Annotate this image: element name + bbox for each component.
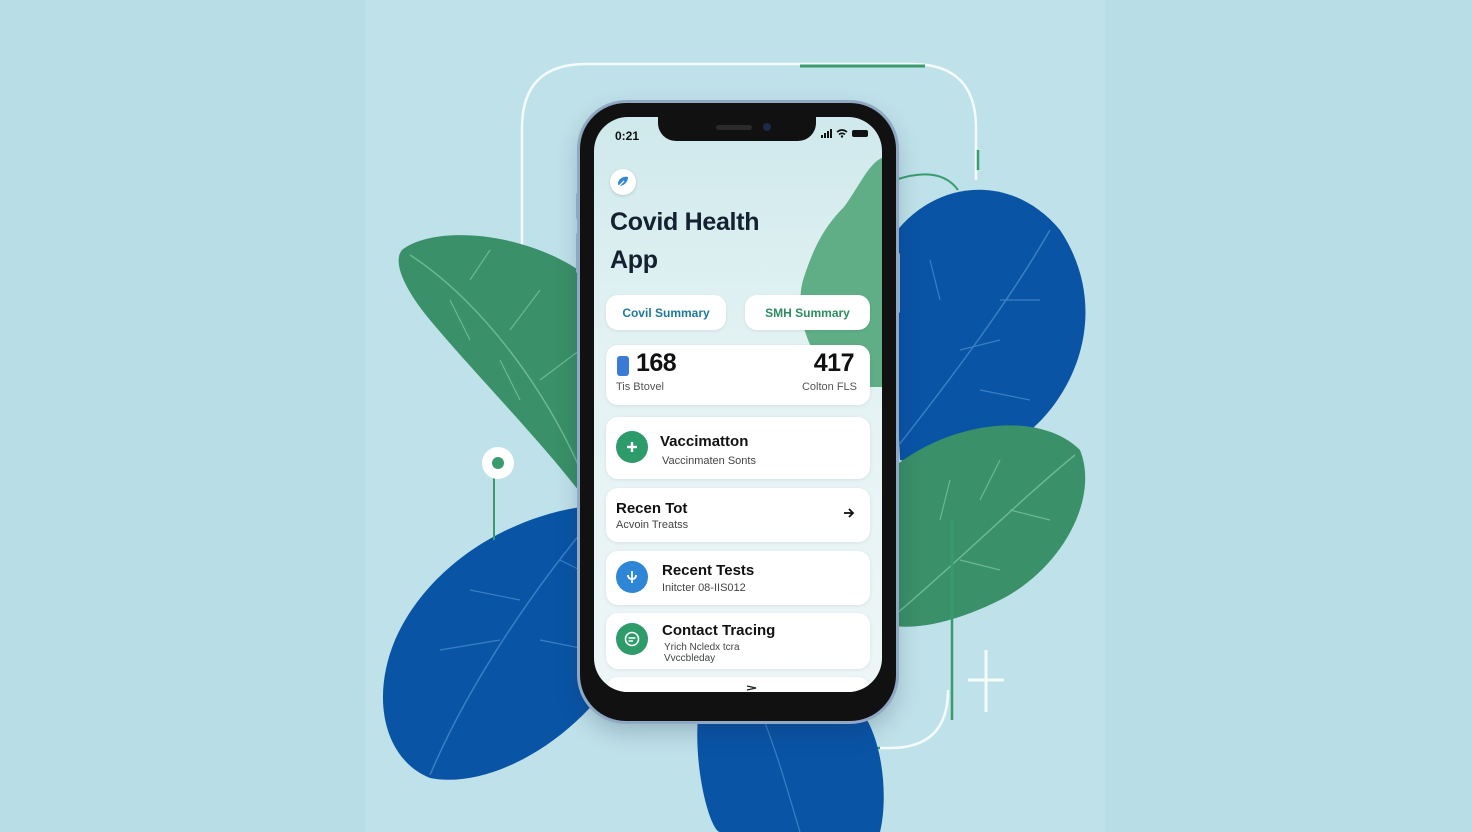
recent-tests-card[interactable]: Recent Tests Initcter 08-IIS012 [606, 551, 870, 605]
tracing-icon [616, 623, 648, 655]
contact-tracing-subtitle-line2: Vvccbleday [664, 653, 716, 664]
app-title: Covid Health App [610, 203, 800, 279]
stat-left-value: 168 [636, 349, 677, 377]
contact-tracing-subtitle-line1: Yrich Ncledx tcra [664, 642, 740, 653]
chevron-right-icon [746, 685, 757, 691]
phone-power-button [897, 253, 900, 313]
app-title-line2: App [610, 246, 658, 274]
covil-summary-tab[interactable]: Covil Summary [606, 295, 726, 330]
phone-notch [658, 117, 816, 141]
recent-tests-title: Recent Tests [662, 562, 755, 579]
speaker-grille [716, 125, 752, 130]
phone-side-button [576, 193, 579, 219]
vaccination-card[interactable]: Vaccimatton Vaccinmaten Sonts [606, 417, 870, 479]
vaccination-subtitle: Vaccinmaten Sonts [662, 455, 756, 467]
phone-device: 0:21 Covid Health App Covil Summary SMH … [576, 103, 900, 721]
vial-icon [617, 356, 629, 376]
recent-tot-title: Recen Tot [616, 500, 688, 517]
recent-tot-card[interactable]: Recen Tot Acvoin Treatss [606, 488, 870, 542]
arrow-right-icon[interactable] [842, 506, 856, 520]
recent-tot-subtitle: Acvoin Treatss [616, 519, 689, 531]
status-icons [821, 129, 868, 138]
stat-right-label: Colton FLS [801, 381, 857, 393]
signal-icon [821, 129, 832, 138]
battery-icon [852, 130, 868, 137]
contact-tracing-title: Contact Tracing [662, 622, 776, 639]
stat-left-label: Tis Btovel [616, 381, 664, 393]
plus-icon [616, 431, 648, 463]
contact-tracing-card[interactable]: Contact Tracing Yrich Ncledx tcra Vvccbl… [606, 613, 870, 669]
stats-card[interactable]: 168 Tis Btovel 417 Colton FLS [606, 345, 870, 405]
front-camera [763, 123, 771, 131]
wifi-icon [836, 129, 848, 138]
app-title-line1: Covid Health [610, 208, 760, 236]
stat-right-value: 417 [813, 349, 855, 377]
phone-volume-button [576, 233, 579, 273]
illustration-scene: 0:21 Covid Health App Covil Summary SMH … [0, 0, 1472, 832]
next-card-peek [606, 677, 870, 692]
status-time: 0:21 [615, 129, 640, 143]
test-icon [616, 561, 648, 593]
recent-tests-subtitle: Initcter 08-IIS012 [662, 582, 746, 594]
vaccination-title: Vaccimatton [660, 433, 749, 450]
leaf-logo-icon [610, 169, 636, 195]
phone-screen: 0:21 Covid Health App Covil Summary SMH … [594, 117, 882, 692]
smh-summary-tab[interactable]: SMH Summary [745, 295, 870, 330]
